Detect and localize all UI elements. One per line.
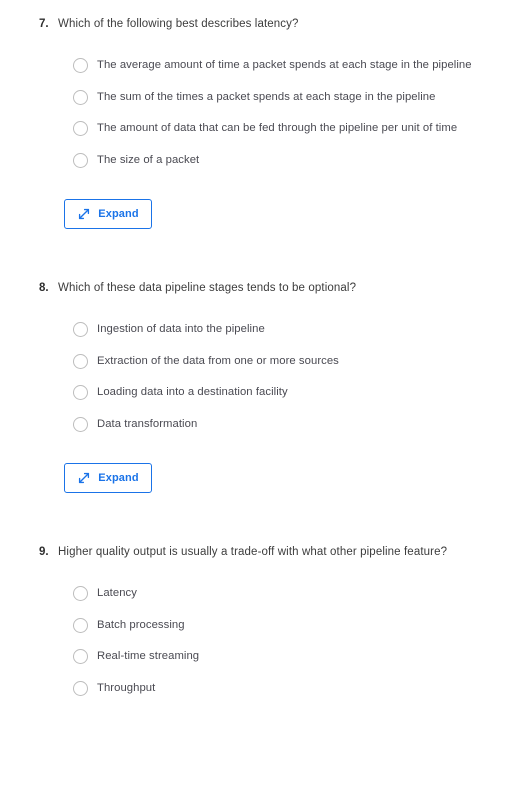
answer-option[interactable]: Loading data into a destination facility	[73, 377, 517, 409]
radio-button-icon[interactable]	[73, 617, 88, 633]
question-block-7: 7. Which of the following best describes …	[0, 0, 517, 229]
answer-option-label: Batch processing	[97, 618, 185, 631]
answer-option-label: Data transformation	[97, 417, 198, 430]
expand-button[interactable]: Expand	[64, 463, 152, 493]
answer-option[interactable]: Throughput	[73, 673, 517, 705]
question-block-9: 9. Higher quality output is usually a tra…	[0, 493, 517, 704]
answer-option-label: Loading data into a destination facility	[97, 386, 288, 399]
answer-option-group: The average amount of time a packet spen…	[0, 50, 517, 176]
answer-option-label: Extraction of the data from one or more …	[97, 354, 339, 367]
answer-option[interactable]: Latency	[73, 578, 517, 610]
answer-option-label: The amount of data that can be fed throu…	[97, 122, 458, 135]
question-text: Which of these data pipeline stages tend…	[58, 282, 357, 294]
answer-option[interactable]: Ingestion of data into the pipeline	[73, 314, 517, 346]
radio-button-icon[interactable]	[73, 385, 88, 401]
expand-button-label: Expand	[98, 472, 139, 484]
question-block-8: 8. Which of these data pipeline stages te…	[0, 229, 517, 493]
question-number: 8.	[39, 282, 49, 294]
answer-option-label: Throughput	[97, 681, 156, 694]
question-header: 9. Higher quality output is usually a tra…	[0, 545, 517, 560]
question-text: Higher quality output is usually a trade…	[58, 546, 448, 558]
answer-option-group: Latency Batch processing Real-time streami…	[0, 578, 517, 704]
expand-button-label: Expand	[98, 208, 139, 220]
quiz-question-list: 7. Which of the following best describes …	[0, 0, 517, 704]
answer-option-label: Latency	[97, 587, 137, 600]
question-number: 9.	[39, 546, 49, 558]
radio-button-icon[interactable]	[73, 89, 88, 105]
expand-diagonal-arrows-icon	[77, 471, 91, 485]
question-text: Which of the following best describes la…	[58, 18, 299, 30]
radio-button-icon[interactable]	[73, 152, 88, 168]
answer-option-label: The size of a packet	[97, 153, 200, 166]
answer-option[interactable]: Real-time streaming	[73, 641, 517, 673]
question-header: 8. Which of these data pipeline stages te…	[0, 281, 517, 296]
answer-option[interactable]: The average amount of time a packet spen…	[73, 50, 517, 82]
answer-option[interactable]: Data transformation	[73, 409, 517, 441]
radio-button-icon[interactable]	[73, 680, 88, 696]
radio-button-icon[interactable]	[73, 121, 88, 137]
question-header: 7. Which of the following best describes …	[0, 17, 517, 32]
expand-diagonal-arrows-icon	[77, 207, 91, 221]
answer-option-label: The average amount of time a packet spen…	[97, 59, 472, 72]
answer-option[interactable]: The amount of data that can be fed throu…	[73, 113, 517, 145]
answer-option[interactable]: The size of a packet	[73, 145, 517, 177]
radio-button-icon[interactable]	[73, 416, 88, 432]
answer-option[interactable]: Batch processing	[73, 610, 517, 642]
expand-button-container: Expand	[0, 463, 517, 493]
expand-button-container: Expand	[0, 199, 517, 229]
answer-option-group: Ingestion of data into the pipeline Extra…	[0, 314, 517, 440]
radio-button-icon[interactable]	[73, 322, 88, 338]
radio-button-icon[interactable]	[73, 649, 88, 665]
radio-button-icon[interactable]	[73, 58, 88, 74]
answer-option-label: Real-time streaming	[97, 650, 200, 663]
radio-button-icon[interactable]	[73, 353, 88, 369]
radio-button-icon[interactable]	[73, 586, 88, 602]
answer-option-label: Ingestion of data into the pipeline	[97, 323, 265, 336]
question-number: 7.	[39, 18, 49, 30]
answer-option[interactable]: Extraction of the data from one or more …	[73, 346, 517, 378]
expand-button[interactable]: Expand	[64, 199, 152, 229]
answer-option[interactable]: The sum of the times a packet spends at …	[73, 82, 517, 114]
answer-option-label: The sum of the times a packet spends at …	[97, 90, 436, 103]
